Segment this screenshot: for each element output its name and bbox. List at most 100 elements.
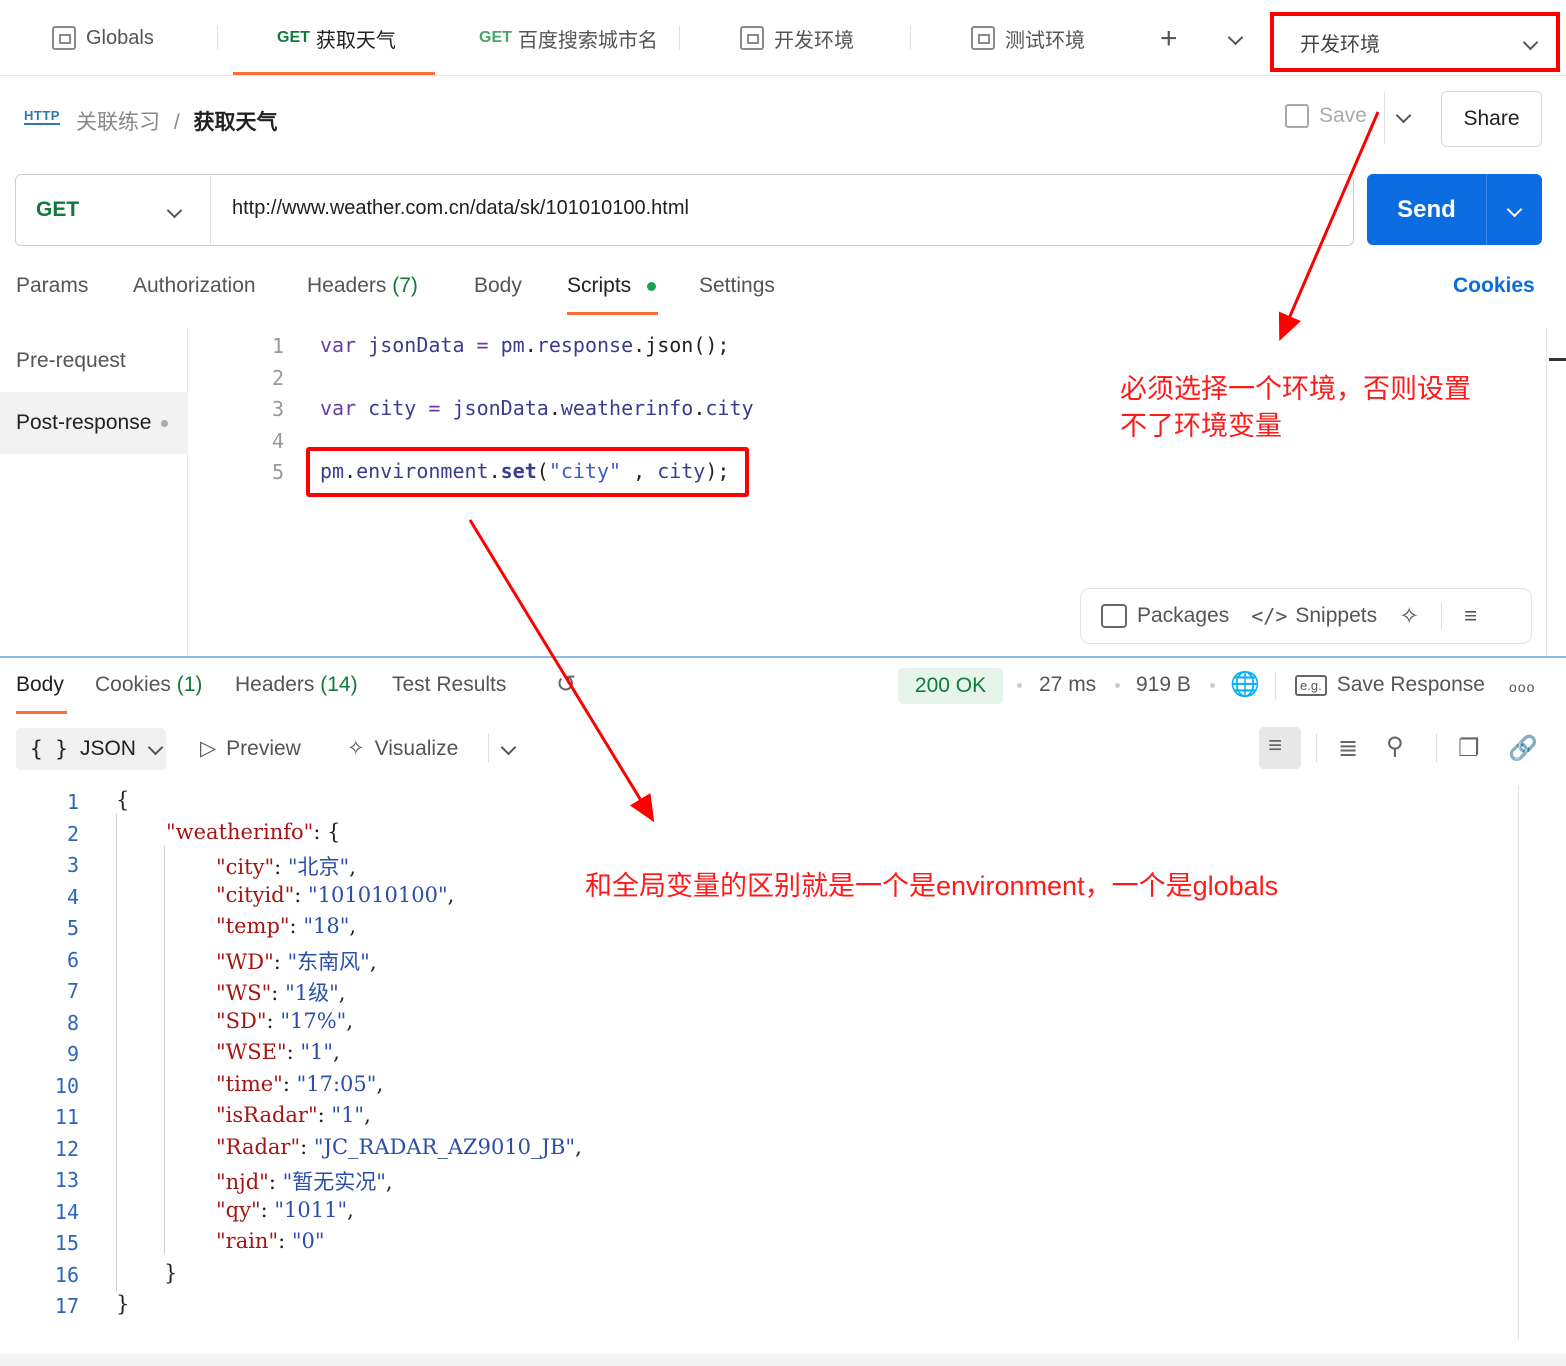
json-token-open: } [116,1292,130,1316]
tab-dev-environment[interactable]: 开发环境 [740,0,854,76]
copy-icon[interactable]: ❐ [1458,734,1480,763]
tab-method: GET [277,29,310,46]
response-tab-headers[interactable]: Headers (14) [235,673,358,697]
sidebar-item-label: Pre-request [16,349,126,372]
tab-list-chevron-icon[interactable] [1227,29,1244,48]
visualize-button[interactable]: ✧ Visualize [347,736,458,761]
json-token-key: "weatherinfo" [166,819,314,844]
preview-button[interactable]: ▷ Preview [200,736,301,761]
save-options-chevron-icon[interactable] [1395,107,1412,126]
json-line: "weatherinfo": { [166,820,340,844]
response-scrollbar[interactable] [1518,786,1519,1340]
send-options-chevron-icon[interactable] [1486,174,1542,245]
cookies-link[interactable]: Cookies [1453,274,1535,298]
json-token-comma: , [338,981,346,1005]
json-line-number: 17 [54,1294,79,1318]
response-tab-body[interactable]: Body [16,673,64,697]
snippets-button[interactable]: </> Snippets [1251,604,1377,628]
share-button[interactable]: Share [1441,91,1542,147]
sidebar-item-pre-request[interactable]: Pre-request [0,330,188,392]
json-token-comma: , [349,855,356,879]
tab-baidu-search[interactable]: GET 百度搜索城市名 [479,0,658,76]
json-line: "SD": "17%", [216,1009,353,1033]
code-token: jsonData [368,333,465,357]
packages-button[interactable]: Packages [1101,604,1229,628]
json-token-key: "rain" [216,1229,279,1253]
new-tab-button[interactable]: + [1160,22,1178,56]
json-token-key: "Radar" [216,1134,301,1159]
json-line: { [116,788,129,812]
environment-selector[interactable]: 开发环境 [1270,12,1560,72]
json-token-comma: , [385,1170,393,1194]
play-icon: ▷ [200,737,217,760]
json-token-colon: : [289,914,304,938]
response-tab-cookies[interactable]: Cookies (1) [95,673,202,697]
search-icon[interactable]: ⚲ [1386,732,1404,761]
snippets-label: Snippets [1295,604,1378,627]
code-token: . [693,396,706,420]
save-response-button[interactable]: e.g. Save Response [1295,673,1485,697]
visualize-options-chevron-icon[interactable] [500,739,517,758]
json-line-number: 4 [66,884,79,909]
breadcrumb-collection[interactable]: 关联练习 [76,111,160,134]
tab-authorization[interactable]: Authorization [133,274,256,298]
save-button[interactable]: Save [1285,104,1367,128]
json-line: "isRadar": "1", [216,1103,371,1127]
filter-icon[interactable]: ≣ [1338,734,1358,763]
tab-test-environment[interactable]: 测试环境 [971,0,1085,76]
code-token: var [320,396,357,420]
json-line-number: 5 [66,916,79,940]
editor-scrollbar[interactable] [1546,328,1566,658]
line-number: 3 [271,397,284,421]
response-tab-test-results[interactable]: Test Results [392,673,506,697]
json-token-key: "WS" [216,981,272,1005]
json-line-number: 3 [66,853,79,877]
json-line: "WD": "东南风", [216,946,377,976]
json-line-number: 8 [66,1010,79,1035]
tab-globals[interactable]: Globals [52,0,154,76]
divider [488,734,489,762]
response-format-select[interactable]: { } JSON [16,728,166,770]
headers-count: (14) [320,673,358,696]
network-globe-icon[interactable]: 🌐 [1230,670,1260,699]
tab-settings[interactable]: Settings [699,274,775,298]
send-label: Send [1397,195,1456,223]
ai-assist-icon[interactable]: ✧ [1399,602,1419,631]
json-line-number: 10 [54,1073,79,1098]
visualize-label: Visualize [374,736,459,760]
response-size: 919 B [1136,673,1191,696]
tab-params[interactable]: Params [16,274,88,298]
pane-divider[interactable] [0,656,1566,658]
more-options-icon[interactable]: ooo [1509,679,1535,695]
json-token-val: "1级" [285,981,339,1005]
environment-icon [740,26,764,50]
link-icon[interactable]: 🔗 [1508,734,1538,763]
response-time: 27 ms [1039,673,1097,696]
wrap-lines-button[interactable]: ≡ [1259,727,1301,769]
indent-guide [116,814,117,1292]
code-token: ); [705,459,730,483]
tab-label: 开发环境 [774,29,854,52]
code-token: city [657,459,706,483]
divider [1384,92,1385,144]
tab-get-weather[interactable]: GET 获取天气 [277,0,396,76]
separator-dot [1115,683,1120,688]
save-response-label: Save Response [1336,673,1485,696]
history-icon[interactable]: ↺ [556,670,576,699]
code-line-3[interactable]: var city = jsonData.weatherinfo.city [320,396,754,420]
json-token-key: "SD" [216,1008,267,1033]
sidebar-item-post-response[interactable]: Post-response [0,392,188,454]
code-token: , [621,459,658,483]
method-select[interactable]: GET [16,175,211,245]
json-token-colon: : [300,1134,314,1159]
clean-up-icon[interactable]: ≡ [1464,603,1477,629]
tab-headers[interactable]: Headers (7) [307,274,418,298]
code-line-5[interactable]: pm.environment.set("city" , city); [320,459,729,483]
tab-body[interactable]: Body [474,274,522,298]
code-line-1[interactable]: var jsonData = pm.response.json(); [320,333,729,357]
code-token: response [536,333,634,357]
breadcrumb-request[interactable]: 获取天气 [194,111,278,134]
send-button[interactable]: Send [1367,174,1542,245]
tab-scripts[interactable]: Scripts [567,274,657,298]
url-input[interactable]: http://www.weather.com.cn/data/sk/101010… [232,197,689,220]
